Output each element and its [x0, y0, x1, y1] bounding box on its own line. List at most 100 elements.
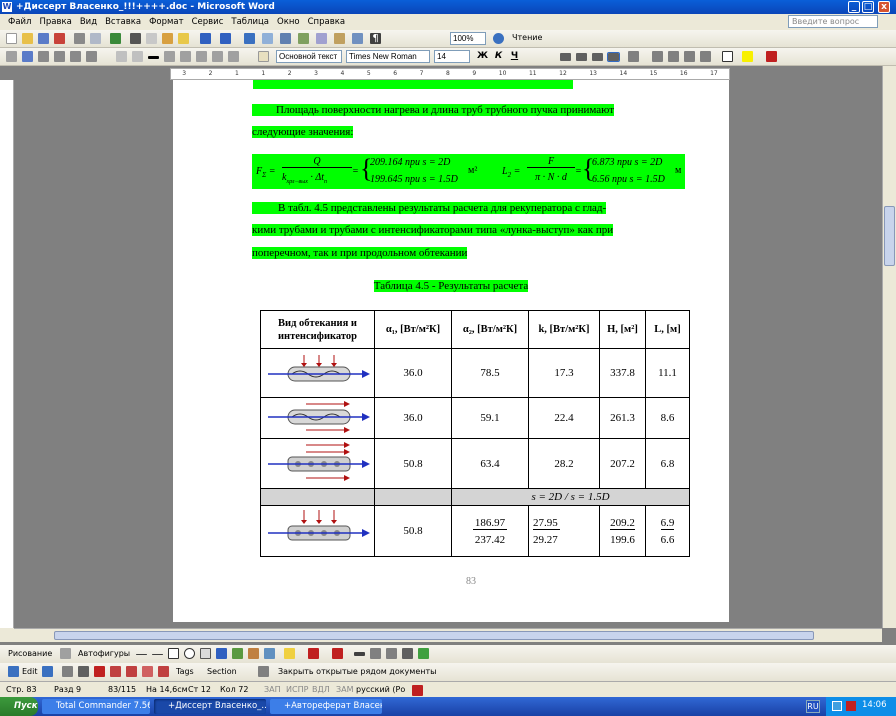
print-icon[interactable]	[74, 33, 85, 44]
toolbar-icon-8[interactable]	[132, 51, 143, 62]
tag-icon-7[interactable]	[258, 666, 269, 677]
oval-icon[interactable]	[184, 648, 195, 659]
new-icon[interactable]	[6, 33, 17, 44]
minimize-button[interactable]: _	[848, 1, 860, 13]
status-trk[interactable]: ИСПР	[286, 682, 308, 697]
highlight-icon[interactable]	[742, 51, 753, 62]
delete-icon[interactable]	[94, 666, 105, 677]
close-button[interactable]: x	[878, 1, 890, 13]
reading-button[interactable]: Чтение	[512, 33, 542, 42]
shadow-icon[interactable]	[402, 648, 413, 659]
horizontal-ruler[interactable]: 3 2 1 1 2 3 4 5 6 7 8 9 10 11 12 13 14 1…	[170, 68, 730, 80]
doc-map-icon[interactable]	[352, 33, 363, 44]
copy-icon[interactable]	[146, 33, 157, 44]
document-page[interactable]: Площадь поверхности нагрева и длина труб…	[173, 80, 729, 622]
diagram-icon[interactable]	[232, 648, 243, 659]
drawing-icon[interactable]	[334, 33, 345, 44]
indent-icon[interactable]	[700, 51, 711, 62]
language-indicator[interactable]: RU	[806, 700, 820, 713]
dash-style-icon[interactable]	[370, 648, 381, 659]
edit-button[interactable]: Edit	[22, 667, 38, 676]
tag-icon-6[interactable]	[158, 666, 169, 677]
camera-icon[interactable]	[78, 666, 89, 677]
open-icon[interactable]	[22, 33, 33, 44]
toolbar-icon-4[interactable]	[54, 51, 65, 62]
toolbar-icon-12[interactable]	[212, 51, 223, 62]
textbox-icon[interactable]	[200, 648, 211, 659]
status-rec[interactable]: ЗАП	[264, 682, 281, 697]
tray-icon-1[interactable]	[832, 701, 842, 711]
close-side-docs-button[interactable]: Закрыть открытые рядом документы	[278, 667, 436, 676]
section-menu[interactable]: Section	[207, 667, 237, 676]
align-center-icon[interactable]	[576, 53, 587, 61]
style-select[interactable]: Основной текст	[276, 50, 342, 63]
edit-icon[interactable]	[8, 666, 19, 677]
columns-icon[interactable]	[316, 33, 327, 44]
font-size-select[interactable]: 14	[434, 50, 470, 63]
font-color-icon[interactable]	[766, 51, 777, 62]
wordart-icon[interactable]	[216, 648, 227, 659]
drawing-menu[interactable]: Рисование	[8, 649, 52, 658]
line-tool-icon[interactable]	[136, 654, 147, 655]
borders-icon[interactable]	[722, 51, 733, 62]
select-objects-icon[interactable]	[60, 648, 71, 659]
permission-icon[interactable]	[54, 33, 65, 44]
hyperlink-icon[interactable]	[244, 33, 255, 44]
italic-button[interactable]: К	[492, 50, 505, 63]
maximize-button[interactable]: □	[862, 1, 874, 13]
task-autoreferat[interactable]: +Автореферат Власен...	[270, 699, 382, 714]
tag-icon-4[interactable]	[126, 666, 137, 677]
tags-menu[interactable]: Tags	[176, 667, 194, 676]
menu-file[interactable]: Файл	[4, 14, 35, 30]
toolbar-icon-13[interactable]	[228, 51, 239, 62]
line-spacing-icon[interactable]	[628, 51, 639, 62]
toolbar-icon-6[interactable]	[86, 51, 97, 62]
save-icon[interactable]	[38, 33, 49, 44]
menu-insert[interactable]: Вставка	[101, 14, 145, 30]
tag-icon-3[interactable]	[110, 666, 121, 677]
undo-icon[interactable]	[200, 33, 211, 44]
horizontal-scrollbar[interactable]	[14, 628, 882, 642]
outdent-icon[interactable]	[684, 51, 695, 62]
start-button[interactable]: Пуск	[0, 697, 38, 716]
status-ext[interactable]: ВДЛ	[312, 682, 330, 697]
rectangle-icon[interactable]	[168, 648, 179, 659]
underline-button[interactable]: Ч	[508, 50, 521, 63]
tag-icon-1[interactable]	[42, 666, 53, 677]
menu-format[interactable]: Формат	[145, 14, 188, 30]
paste-icon[interactable]	[162, 33, 173, 44]
menu-edit[interactable]: Правка	[35, 14, 75, 30]
bullets-icon[interactable]	[668, 51, 679, 62]
help-icon[interactable]	[493, 33, 504, 44]
line-color-icon[interactable]	[308, 648, 319, 659]
insert-table-icon[interactable]	[280, 33, 291, 44]
align-right-icon[interactable]	[592, 53, 603, 61]
align-left-icon[interactable]	[560, 53, 571, 61]
cut-icon[interactable]	[130, 33, 141, 44]
excel-icon[interactable]	[298, 33, 309, 44]
arrow-style-icon[interactable]	[386, 648, 397, 659]
toolbar-icon-10[interactable]	[180, 51, 191, 62]
help-search-input[interactable]: Введите вопрос	[788, 15, 878, 28]
toolbar-icon-1[interactable]	[6, 51, 17, 62]
hscroll-thumb[interactable]	[54, 631, 814, 640]
toolbar-icon-3[interactable]	[38, 51, 49, 62]
toolbar-icon-7[interactable]	[116, 51, 127, 62]
tray-icon-2[interactable]	[846, 701, 856, 711]
toolbar-icon-11[interactable]	[196, 51, 207, 62]
draw-font-color-icon[interactable]	[332, 648, 343, 659]
toolbar-icon-5[interactable]	[70, 51, 81, 62]
picture-icon[interactable]	[264, 648, 275, 659]
line-icon[interactable]	[148, 56, 159, 59]
menu-view[interactable]: Вид	[76, 14, 101, 30]
fill-color-icon[interactable]	[284, 648, 295, 659]
status-ovr[interactable]: ЗАМ	[336, 682, 354, 697]
arrow-tool-icon[interactable]	[152, 654, 163, 655]
show-marks-icon[interactable]: ¶	[370, 33, 381, 44]
line-style-icon[interactable]	[354, 652, 365, 656]
vertical-ruler[interactable]	[0, 80, 14, 628]
task-total-commander[interactable]: Total Commander 7.56a ...	[42, 699, 150, 714]
menu-tools[interactable]: Сервис	[188, 14, 228, 30]
toolbar-icon-2[interactable]	[22, 51, 33, 62]
scroll-thumb[interactable]	[884, 206, 895, 266]
